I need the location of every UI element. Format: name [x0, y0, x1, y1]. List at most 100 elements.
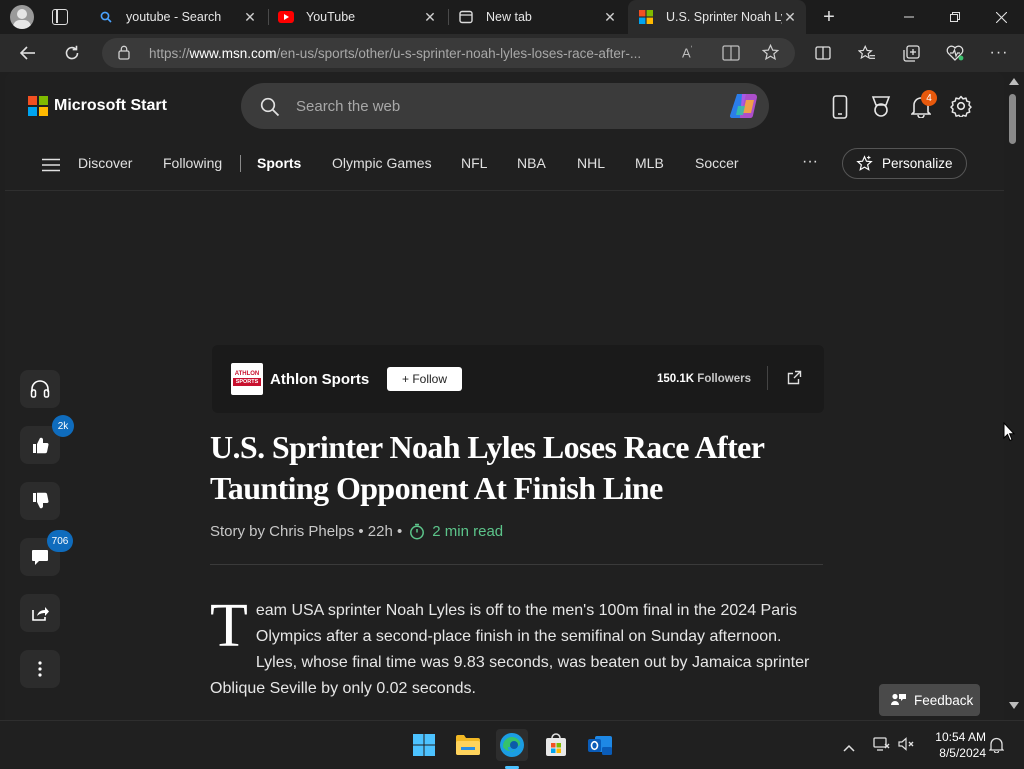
- nav-item-nhl[interactable]: NHL: [577, 155, 605, 171]
- tab-msn-article[interactable]: U.S. Sprinter Noah Lyl ✕: [628, 0, 806, 34]
- outlook-button[interactable]: [584, 729, 616, 761]
- network-icon[interactable]: [873, 737, 890, 756]
- close-icon[interactable]: ✕: [242, 9, 258, 25]
- article-paragraph: eam USA sprinter Noah Lyles is off to th…: [210, 602, 810, 697]
- immersive-reader-icon[interactable]: [722, 45, 740, 66]
- publisher-card: ATHLON SPORTS Athlon Sports + Follow 150…: [212, 345, 824, 413]
- microsoft-store-button[interactable]: [540, 729, 572, 761]
- address-bar[interactable]: https://www.msn.com/en-us/sports/other/u…: [102, 38, 795, 68]
- logo-text: Microsoft Start: [54, 97, 167, 114]
- listen-button[interactable]: [20, 370, 60, 408]
- page-scrollbar[interactable]: [1004, 72, 1024, 720]
- article-title: U.S. Sprinter Noah Lyles Loses Race Afte…: [210, 429, 764, 506]
- start-button[interactable]: [408, 729, 440, 761]
- collections-icon[interactable]: [896, 38, 926, 68]
- windows-taskbar: 10:54 AM 8/5/2024: [0, 720, 1024, 769]
- tab-label: U.S. Sprinter Noah Lyl: [666, 10, 782, 24]
- store-bag-icon: [546, 733, 566, 756]
- vertical-dots-icon: [38, 661, 42, 677]
- split-screen-icon[interactable]: [808, 38, 838, 68]
- phone-icon[interactable]: [832, 95, 848, 124]
- scroll-up-arrow-icon[interactable]: [1009, 78, 1019, 85]
- more-menu-icon[interactable]: ···: [984, 38, 1014, 68]
- microsoft-start-logo[interactable]: Microsoft Start: [28, 96, 167, 116]
- clock-date: 8/5/2024: [939, 746, 986, 760]
- dislike-button[interactable]: [20, 482, 60, 520]
- nav-item-nfl[interactable]: NFL: [461, 155, 487, 171]
- article-byline: Story by Chris Phelps • 22h • 2 min read: [210, 523, 503, 540]
- follow-button[interactable]: + Follow: [387, 367, 462, 391]
- lock-icon[interactable]: [118, 45, 130, 65]
- scrollbar-thumb[interactable]: [1009, 94, 1016, 144]
- nav-item-following[interactable]: Following: [163, 155, 222, 171]
- show-hidden-icons-chevron-icon[interactable]: [843, 739, 855, 757]
- close-icon[interactable]: ✕: [422, 9, 438, 25]
- tab-new-tab[interactable]: New tab ✕: [448, 0, 626, 34]
- browser-essentials-icon[interactable]: [940, 38, 970, 68]
- stopwatch-icon: [409, 523, 425, 540]
- tab-actions-icon[interactable]: [52, 9, 68, 25]
- file-explorer-button[interactable]: [452, 729, 484, 761]
- minimize-button[interactable]: [886, 0, 932, 34]
- new-tab-icon: [458, 9, 474, 25]
- tab-label: youtube - Search: [126, 10, 222, 24]
- nav-item-discover[interactable]: Discover: [78, 155, 132, 171]
- back-button[interactable]: [13, 38, 43, 68]
- web-search-box[interactable]: Search the web: [241, 83, 769, 129]
- new-tab-button[interactable]: +: [816, 5, 842, 29]
- nav-item-olympic-games[interactable]: Olympic Games: [332, 155, 432, 171]
- personalize-label: Personalize: [882, 156, 953, 171]
- system-clock[interactable]: 10:54 AM 8/5/2024: [922, 729, 986, 761]
- thumbs-down-icon: [33, 492, 49, 509]
- profile-avatar[interactable]: [10, 5, 34, 29]
- edge-browser-button[interactable]: [496, 729, 528, 769]
- card-divider: [767, 366, 768, 390]
- athlon-sports-logo[interactable]: ATHLON SPORTS: [231, 363, 263, 395]
- nav-item-sports[interactable]: Sports: [257, 155, 301, 171]
- favorites-icon[interactable]: [852, 38, 882, 68]
- settings-gear-icon[interactable]: [950, 95, 972, 122]
- nav-item-mlb[interactable]: MLB: [635, 155, 664, 171]
- tab-label: New tab: [486, 10, 532, 24]
- restore-button[interactable]: [932, 0, 978, 34]
- nav-item-soccer[interactable]: Soccer: [695, 155, 739, 171]
- share-button[interactable]: [20, 594, 60, 632]
- copilot-icon[interactable]: [729, 92, 759, 125]
- url-text: https://www.msn.com/en-us/sports/other/u…: [149, 46, 642, 61]
- personalize-button[interactable]: Personalize: [842, 148, 967, 179]
- comment-icon: [32, 550, 48, 565]
- page-content: Microsoft Start Search the web 4 Discove…: [5, 72, 1004, 720]
- thumbs-up-icon: [33, 437, 49, 454]
- windows-logo-icon: [413, 734, 435, 756]
- open-external-icon[interactable]: [787, 370, 802, 390]
- notification-center-bell-icon[interactable]: [988, 737, 1005, 758]
- rewards-icon[interactable]: [870, 95, 892, 123]
- more-options-button[interactable]: [20, 650, 60, 688]
- favorite-star-icon[interactable]: [761, 43, 780, 66]
- scroll-down-arrow-icon[interactable]: [1009, 702, 1019, 709]
- nav-more-button[interactable]: ···: [802, 153, 818, 171]
- nav-item-nba[interactable]: NBA: [517, 155, 546, 171]
- refresh-button[interactable]: [57, 38, 87, 68]
- hamburger-menu-icon[interactable]: [42, 158, 60, 177]
- feedback-icon: [891, 693, 906, 707]
- mouse-cursor-icon: [1003, 422, 1015, 442]
- outlook-icon: [588, 736, 612, 755]
- msn-icon: [638, 9, 654, 25]
- folder-icon: [456, 735, 480, 755]
- feedback-button[interactable]: Feedback: [879, 684, 980, 716]
- read-aloud-icon[interactable]: Aʼ: [682, 45, 692, 60]
- tab-youtube[interactable]: YouTube ✕: [268, 0, 446, 34]
- tab-youtube-search[interactable]: youtube - Search ✕: [88, 0, 266, 34]
- close-icon[interactable]: ✕: [782, 9, 798, 25]
- volume-muted-icon[interactable]: [898, 737, 915, 756]
- headphones-icon: [30, 380, 50, 398]
- close-window-button[interactable]: [978, 0, 1024, 34]
- share-icon: [32, 607, 49, 621]
- sparkle-star-icon: [856, 155, 873, 172]
- browser-toolbar: https://www.msn.com/en-us/sports/other/u…: [0, 34, 1024, 72]
- close-icon[interactable]: ✕: [602, 9, 618, 25]
- feedback-label: Feedback: [914, 692, 974, 708]
- clock-time: 10:54 AM: [935, 730, 986, 744]
- publisher-name[interactable]: Athlon Sports: [270, 371, 369, 388]
